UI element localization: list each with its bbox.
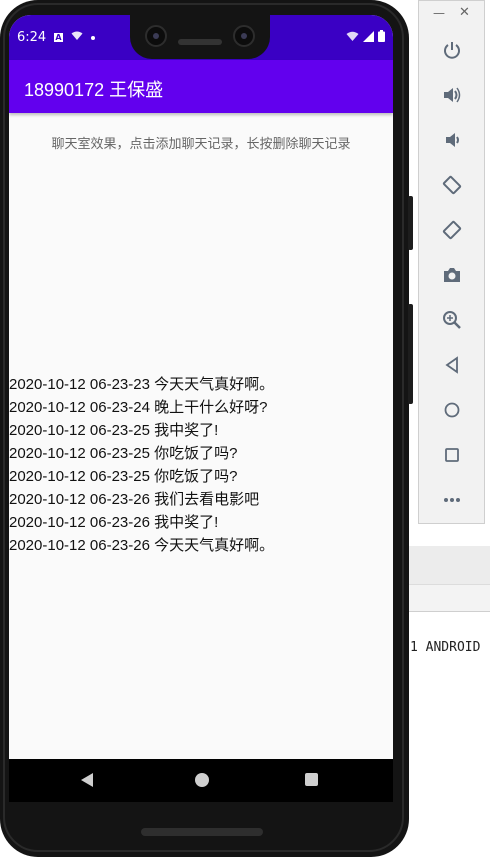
chat-record-item[interactable]: 2020-10-12 06-23-26 我们去看电影吧 xyxy=(9,488,393,511)
emulator-toolbar: — ✕ xyxy=(418,0,485,524)
ide-panel-header xyxy=(395,546,490,584)
app-bar: 18990172 王保盛 xyxy=(9,60,393,113)
earpiece-speaker xyxy=(178,39,222,45)
device-frame: 6:24 A 18990172 王保盛 聊天室效果，点击添加聊天记录，长按删除聊… xyxy=(0,0,413,857)
bottom-speaker xyxy=(141,828,263,836)
volume-up-icon[interactable] xyxy=(439,82,465,108)
status-bar: 6:24 A xyxy=(9,15,393,60)
chat-record-item[interactable]: 2020-10-12 06-23-24 晚上干什么好呀? xyxy=(9,396,393,419)
chat-record-item[interactable]: 2020-10-12 06-23-23 今天天气真好啊。 xyxy=(9,373,393,396)
close-icon[interactable]: ✕ xyxy=(459,5,470,20)
ide-panel-toolbar xyxy=(395,584,490,612)
battery-icon xyxy=(378,30,385,45)
navigation-bar xyxy=(9,759,393,802)
front-camera-icon xyxy=(145,25,167,47)
volume-down-icon[interactable] xyxy=(439,127,465,153)
chat-record-item[interactable]: 2020-10-12 06-23-25 你吃饭了吗? xyxy=(9,442,393,465)
app-title: 18990172 王保盛 xyxy=(24,80,164,100)
rotate-right-icon[interactable] xyxy=(439,217,465,243)
wifi-icon xyxy=(346,31,359,45)
power-icon[interactable] xyxy=(439,37,465,63)
status-time: 6:24 xyxy=(17,30,47,45)
hint-text: 聊天室效果，点击添加聊天记录，长按删除聊天记录 xyxy=(51,136,351,151)
chat-record-list[interactable]: 2020-10-12 06-23-23 今天天气真好啊。 2020-10-12 … xyxy=(9,373,393,557)
chat-record-item[interactable]: 2020-10-12 06-23-26 我中奖了! xyxy=(9,511,393,534)
camera-notch xyxy=(130,15,270,59)
home-icon[interactable] xyxy=(439,397,465,423)
volume-side-button xyxy=(408,304,413,404)
ide-console-text: 1 ANDROID xyxy=(410,640,481,655)
zoom-icon[interactable] xyxy=(439,307,465,333)
power-side-button xyxy=(408,196,413,250)
minimize-icon[interactable]: — xyxy=(433,6,445,20)
device-screen: 6:24 A 18990172 王保盛 聊天室效果，点击添加聊天记录，长按删除聊… xyxy=(9,15,393,802)
chat-record-item[interactable]: 2020-10-12 06-23-25 你吃饭了吗? xyxy=(9,465,393,488)
nav-recents-icon[interactable] xyxy=(305,773,318,786)
overview-icon[interactable] xyxy=(439,442,465,468)
chat-record-item[interactable]: 2020-10-12 06-23-25 我中奖了! xyxy=(9,419,393,442)
status-notification-icons: A xyxy=(54,31,95,44)
front-camera-icon xyxy=(233,25,255,47)
status-system-icons xyxy=(346,30,385,45)
more-icon[interactable] xyxy=(439,487,465,513)
signal-icon xyxy=(363,30,374,45)
wifi-question-icon xyxy=(71,31,83,44)
camera-icon[interactable] xyxy=(439,262,465,288)
nav-home-icon[interactable] xyxy=(195,773,209,787)
nav-back-icon[interactable] xyxy=(81,773,93,787)
notification-a-icon: A xyxy=(54,33,63,42)
rotate-left-icon[interactable] xyxy=(439,172,465,198)
chat-record-item[interactable]: 2020-10-12 06-23-26 今天天气真好啊。 xyxy=(9,534,393,557)
back-icon[interactable] xyxy=(439,352,465,378)
dot-icon xyxy=(91,35,95,40)
